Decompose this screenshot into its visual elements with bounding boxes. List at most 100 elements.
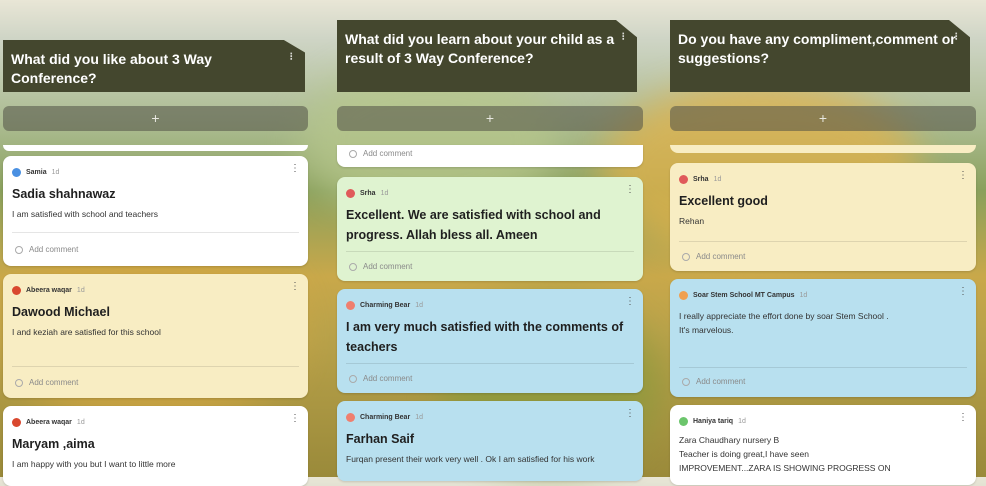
author-name: Abeera waqar <box>26 418 72 426</box>
author-line: Srha 1d <box>679 173 966 185</box>
post-card[interactable]: Haniya tariq 1d ⋮ Zara Chaudhary nursery… <box>670 405 976 485</box>
author-name: Haniya tariq <box>693 417 734 425</box>
avatar <box>346 300 355 310</box>
post-card[interactable]: Charming Bear 1d ⋮ I am very much satisf… <box>337 289 643 393</box>
post-time: 1d <box>799 291 808 299</box>
post-body: Furqan present their work very well . Ok… <box>346 454 595 464</box>
add-comment[interactable]: Add comment <box>15 245 78 254</box>
kebab-menu-icon[interactable]: ⋮ <box>958 412 968 423</box>
card-fragment <box>670 145 976 153</box>
avatar <box>346 412 355 422</box>
card-fragment: Add comment <box>337 145 643 167</box>
add-comment[interactable]: Add comment <box>15 378 78 387</box>
post-title: Excellent. We are satisfied with school … <box>346 208 601 242</box>
divider <box>346 363 634 364</box>
kebab-menu-icon[interactable]: ⋮ <box>625 296 635 307</box>
kebab-menu-icon[interactable]: ⁝ <box>622 28 626 47</box>
kebab-menu-icon[interactable]: ⋮ <box>290 281 300 292</box>
divider <box>679 241 967 242</box>
add-comment[interactable]: Add comment <box>349 149 412 158</box>
comment-circle-icon <box>15 245 23 254</box>
divider <box>679 367 967 368</box>
kebab-menu-icon[interactable]: ⋮ <box>625 408 635 419</box>
kebab-menu-icon[interactable]: ⁝ <box>290 48 294 67</box>
post-card[interactable]: Srha 1d ⋮ Excellent good Rehan Add comme… <box>670 163 976 271</box>
column-header: What did you learn about your child as a… <box>337 20 637 92</box>
add-post-button[interactable]: + <box>337 106 643 131</box>
kebab-menu-icon[interactable]: ⋮ <box>625 184 635 195</box>
column-title: What did you like about 3 Way Conference… <box>11 51 212 86</box>
column-header: What did you like about 3 Way Conference… <box>3 40 305 92</box>
add-comment[interactable]: Add comment <box>349 262 412 271</box>
author-name: Srha <box>693 175 709 183</box>
comment-circle-icon <box>15 378 23 387</box>
author-line: Charming Bear 1d <box>346 411 633 423</box>
avatar <box>679 174 688 184</box>
post-body: Zara Chaudhary nursery B Teacher is doin… <box>679 435 891 473</box>
add-comment-label: Add comment <box>29 245 79 254</box>
add-comment-label: Add comment <box>696 377 746 386</box>
card-fragment <box>3 145 308 151</box>
avatar <box>12 285 21 295</box>
kebab-menu-icon[interactable]: ⋮ <box>290 163 300 174</box>
post-card[interactable]: Samia 1d ⋮ Sadia shahnawaz I am satisfie… <box>3 156 308 266</box>
plus-icon: + <box>485 110 495 126</box>
plus-icon: + <box>818 110 828 126</box>
post-time: 1d <box>76 286 85 294</box>
author-line: Abeera waqar 1d <box>12 284 298 296</box>
post-title: I am very much satisfied with the commen… <box>346 320 624 354</box>
post-card[interactable]: Abeera waqar 1d ⋮ Dawood Michael I and k… <box>3 274 308 398</box>
author-name: Abeera waqar <box>26 286 72 294</box>
post-time: 1d <box>76 418 85 426</box>
comment-circle-icon <box>349 374 357 383</box>
kebab-menu-icon[interactable]: ⋮ <box>290 413 300 424</box>
author-line: Abeera waqar 1d <box>12 416 298 428</box>
post-card[interactable]: Abeera waqar 1d ⋮ Maryam ,aima I am happ… <box>3 406 308 486</box>
post-card[interactable]: Srha 1d ⋮ Excellent. We are satisfied wi… <box>337 177 643 281</box>
kebab-menu-icon[interactable]: ⋮ <box>958 286 968 297</box>
add-comment-label: Add comment <box>363 149 413 158</box>
avatar <box>679 416 688 426</box>
post-time: 1d <box>415 301 423 309</box>
comment-circle-icon <box>349 149 357 158</box>
kebab-menu-icon[interactable]: ⁝ <box>955 28 959 47</box>
post-time: 1d <box>738 417 746 425</box>
post-time: 1d <box>713 175 722 183</box>
divider <box>12 366 299 367</box>
divider <box>12 232 299 233</box>
post-title: Dawood Michael <box>12 305 110 319</box>
author-line: Haniya tariq 1d <box>679 415 966 427</box>
plus-icon: + <box>151 110 160 126</box>
add-comment-label: Add comment <box>363 374 413 383</box>
add-comment[interactable]: Add comment <box>349 374 412 383</box>
post-body: I and keziah are satisfied for this scho… <box>12 327 161 337</box>
kebab-menu-icon[interactable]: ⋮ <box>958 170 968 181</box>
author-name: Charming Bear <box>360 413 411 421</box>
post-body: I am satisfied with school and teachers <box>12 209 158 219</box>
post-title: Farhan Saif <box>346 432 415 446</box>
add-post-button[interactable]: + <box>670 106 976 131</box>
author-name: Samia <box>26 168 47 176</box>
post-title: Excellent good <box>679 194 768 208</box>
add-comment[interactable]: Add comment <box>682 252 745 261</box>
author-name: Soar Stem School MT Campus <box>693 291 795 299</box>
post-body: Rehan <box>679 216 705 226</box>
comment-circle-icon <box>682 377 690 386</box>
comment-circle-icon <box>349 262 357 271</box>
divider <box>346 251 634 252</box>
post-body: I really appreciate the effort done by s… <box>679 311 889 335</box>
post-time: 1d <box>51 168 60 176</box>
add-comment[interactable]: Add comment <box>682 377 745 386</box>
avatar <box>12 167 21 177</box>
column-header: Do you have any compliment,comment or su… <box>670 20 970 92</box>
add-comment-label: Add comment <box>29 378 79 387</box>
post-card[interactable]: Soar Stem School MT Campus 1d ⋮ I really… <box>670 279 976 397</box>
avatar <box>679 290 688 300</box>
avatar <box>12 417 21 427</box>
post-card[interactable]: Charming Bear 1d ⋮ Farhan Saif Furqan pr… <box>337 401 643 481</box>
author-line: Soar Stem School MT Campus 1d <box>679 289 966 301</box>
author-line: Samia 1d <box>12 166 298 178</box>
column-title: Do you have any compliment,comment or su… <box>678 31 956 66</box>
author-name: Charming Bear <box>360 301 411 309</box>
add-post-button[interactable]: + <box>3 106 308 131</box>
